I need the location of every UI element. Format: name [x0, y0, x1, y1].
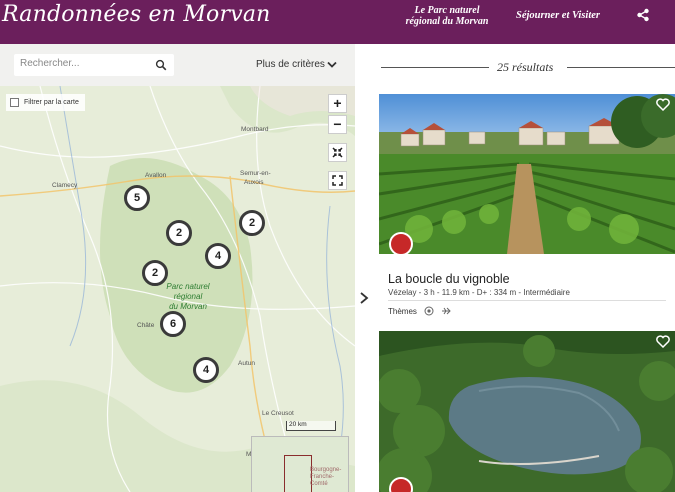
map-cluster-marker[interactable]: 5	[124, 185, 150, 211]
nav-link-sejourner[interactable]: Séjourner et Visiter	[516, 10, 600, 21]
place-label: Autun	[238, 360, 255, 367]
place-label: Clamecy	[52, 182, 78, 189]
site-header: Randonnées en Morvan Le Parc naturel rég…	[0, 0, 675, 44]
theme-flora-icon	[442, 307, 451, 315]
map-cluster-marker[interactable]: 2	[239, 210, 265, 236]
card-divider	[388, 300, 666, 301]
parc-label-line2: régional	[173, 292, 203, 301]
parc-label: Parc naturel régional du Morvan	[158, 282, 218, 312]
search-box	[14, 54, 174, 76]
favorite-heart-icon[interactable]	[656, 335, 670, 348]
search-icon[interactable]	[155, 59, 167, 71]
minimap-label: Bourgogne- Franche- Comté	[310, 467, 341, 488]
compress-icon	[332, 147, 343, 158]
more-criteria-button[interactable]: Plus de critères	[256, 59, 325, 70]
minimap-label-line3: Comté	[310, 481, 328, 487]
favorite-heart-icon[interactable]	[656, 98, 670, 111]
chevron-down-icon[interactable]	[327, 61, 337, 69]
site-brand[interactable]: Randonnées en Morvan	[2, 2, 271, 27]
hiking-practice-icon	[389, 232, 413, 254]
search-input[interactable]	[20, 58, 150, 69]
fullscreen-button[interactable]	[328, 171, 347, 190]
map-cluster-marker[interactable]: 4	[205, 243, 231, 269]
card-themes-label: Thèmes	[388, 307, 417, 316]
minimap-viewport	[284, 455, 312, 492]
place-label: Châte	[137, 322, 155, 329]
parc-label-line1: Parc naturel	[166, 282, 210, 291]
filter-checkbox[interactable]	[10, 98, 19, 107]
search-map-panel: Plus de critères	[0, 44, 355, 492]
divider-left	[381, 67, 489, 68]
place-label: Montbard	[241, 126, 269, 133]
results-panel: 25 résultats La boucle du vignoble Vézel…	[375, 44, 675, 492]
vineyard-photo	[379, 94, 675, 254]
filter-label: Filtrer par la carte	[24, 99, 79, 106]
divider-right	[567, 67, 675, 68]
card-photo-vineyard[interactable]	[379, 94, 675, 254]
fullscreen-icon	[332, 175, 343, 186]
zoom-out-button[interactable]: −	[328, 115, 347, 134]
map-cluster-marker[interactable]: 4	[193, 357, 219, 383]
zoom-in-button[interactable]: +	[328, 94, 347, 113]
map-scale: 20 km	[286, 421, 336, 431]
place-label: Auxois	[244, 179, 264, 186]
card-meta: Vézelay - 3 h - 11.9 km - D+ : 334 m - I…	[388, 288, 570, 297]
parc-label-line3: du Morvan	[169, 302, 207, 311]
card-title[interactable]: La boucle du vignoble	[388, 272, 510, 286]
card-photo-lake[interactable]	[379, 331, 675, 492]
map-view[interactable]: Filtrer par la carte + − Montbard Avallo…	[0, 86, 355, 492]
minimap[interactable]: Bourgogne- Franche- Comté	[251, 436, 349, 492]
theme-heritage-icon	[424, 306, 434, 316]
share-icon[interactable]	[636, 8, 650, 22]
map-cluster-marker[interactable]: 2	[166, 220, 192, 246]
place-label: Le Creusot	[262, 410, 294, 417]
nav-parc-line1: Le Parc naturel	[414, 5, 480, 16]
nav-parc-line2: régional du Morvan	[405, 16, 489, 27]
chevron-right-icon[interactable]	[359, 292, 369, 304]
map-cluster-marker[interactable]: 6	[160, 311, 186, 337]
minimap-label-line2: Franche-	[310, 474, 335, 480]
lake-photo	[379, 331, 675, 492]
panel-toggle-strip[interactable]	[355, 44, 375, 492]
filter-by-map-toggle[interactable]: Filtrer par la carte	[6, 94, 85, 111]
nav-link-parc[interactable]: Le Parc naturel régional du Morvan	[388, 5, 506, 27]
results-count: 25 résultats	[497, 60, 554, 74]
reset-view-button[interactable]	[328, 143, 347, 162]
map-cluster-marker[interactable]: 2	[142, 260, 168, 286]
place-label: Avallon	[145, 172, 167, 179]
minimap-label-line1: Bourgogne-	[310, 467, 342, 473]
place-label: Semur-en-	[240, 170, 271, 177]
